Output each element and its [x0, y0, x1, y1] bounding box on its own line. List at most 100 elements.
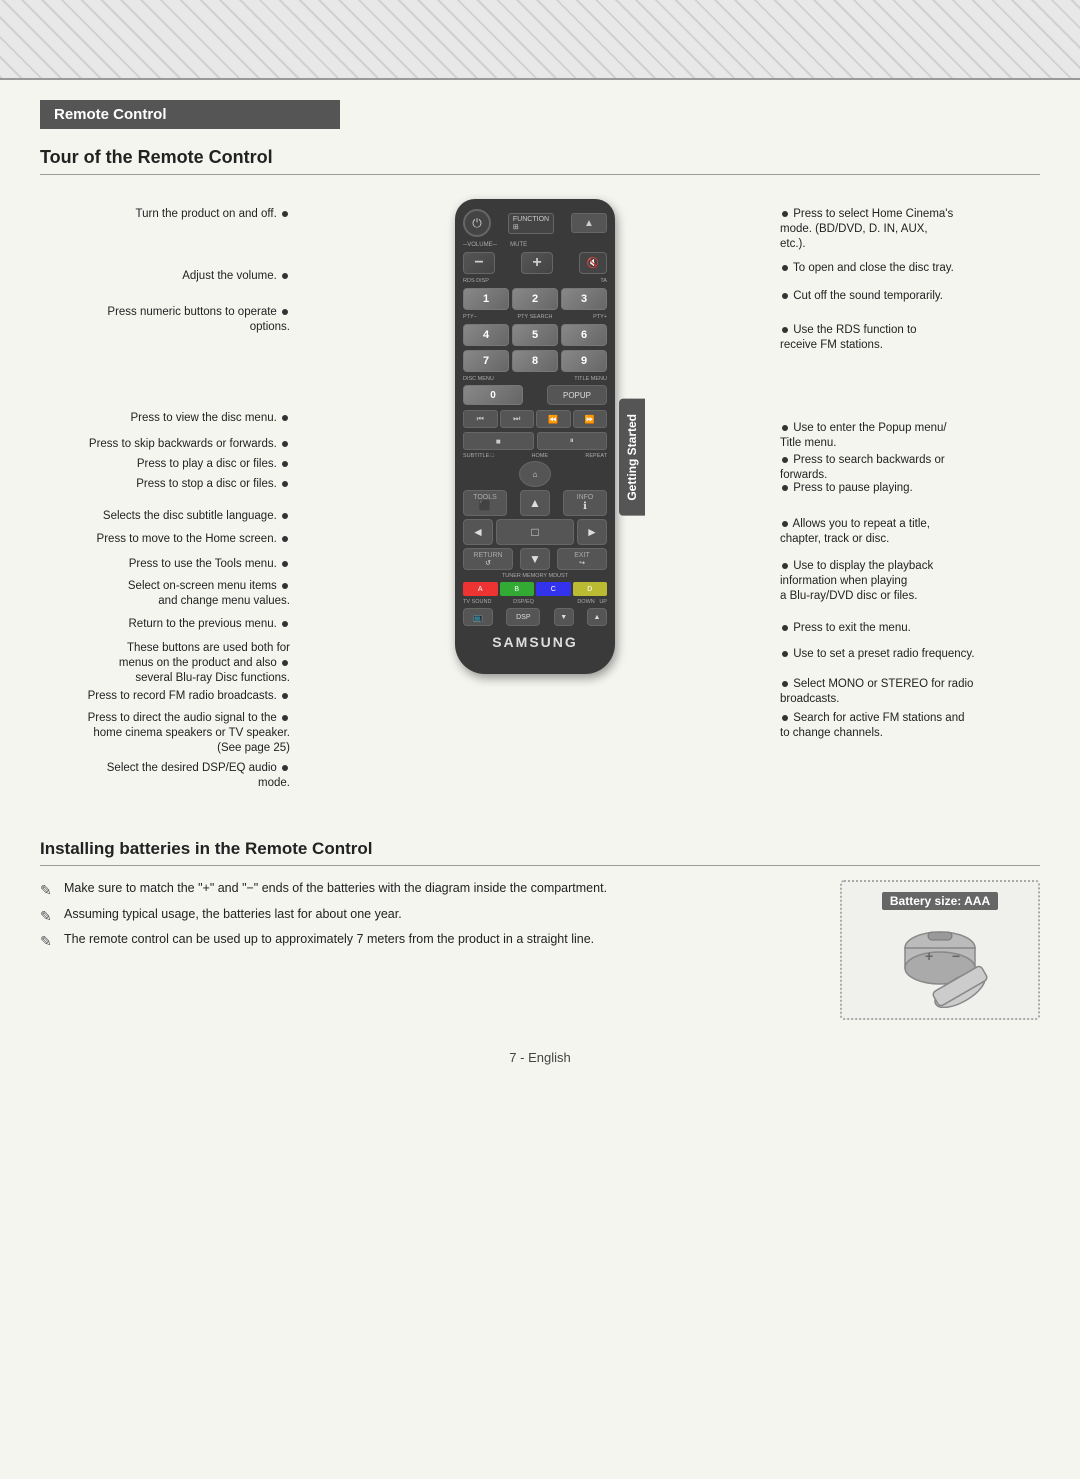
info-button[interactable]: INFO ℹ [563, 490, 607, 516]
down-button[interactable]: ▼ [554, 608, 574, 626]
num-9-button[interactable]: 9 [561, 350, 607, 372]
ann-repeat: Allows you to repeat a title,chapter, tr… [780, 517, 930, 547]
nav-down-button[interactable]: ▼ [520, 548, 550, 570]
return-button[interactable]: RETURN↺ [463, 548, 513, 570]
return-exit-row: RETURN↺ ▼ EXIT↪ [463, 548, 607, 570]
ann-stop: Press to stop a disc or files. [136, 477, 290, 492]
volume-plus-button[interactable]: + [521, 252, 553, 274]
ann-rds: Use the RDS function toreceive FM statio… [780, 323, 917, 353]
popup-button[interactable]: POPUP [547, 385, 607, 405]
zero-popup-row: 0 POPUP [463, 385, 607, 405]
tv-dsp-labels: TV SOUNDDSP/EQDOWN UP [463, 599, 607, 605]
battery-item-3: ✎ The remote control can be used up to a… [40, 931, 810, 949]
numpad-456: 4 5 6 [463, 324, 607, 346]
fwd-button[interactable]: ⏩ [573, 410, 608, 428]
numpad: 1 2 3 [463, 288, 607, 310]
num-6-button[interactable]: 6 [561, 324, 607, 346]
ann-disc-tray: To open and close the disc tray. [780, 261, 954, 276]
battery-item-2: ✎ Assuming typical usage, the batteries … [40, 906, 810, 924]
batteries-section: Installing batteries in the Remote Contr… [40, 839, 1040, 1020]
num-5-button[interactable]: 5 [512, 324, 558, 346]
num-2-button[interactable]: 2 [512, 288, 558, 310]
note-icon-3: ✎ [40, 932, 58, 946]
home-row: ⌂ [463, 461, 607, 487]
svg-text:−: − [952, 948, 960, 964]
page-footer: 7 - English [40, 1050, 1040, 1065]
home-button[interactable]: ⌂ [519, 461, 551, 487]
power-button[interactable]: ⏻ [463, 209, 491, 237]
exit-button[interactable]: EXIT↪ [557, 548, 607, 570]
ann-sound: Cut off the sound temporarily. [780, 289, 943, 304]
ann-play: Press to play a disc or files. [137, 457, 290, 472]
tour-area: Turn the product on and off. Adjust the … [40, 189, 1040, 809]
ann-skip: Press to skip backwards or forwards. [89, 437, 290, 452]
ann-display: Use to display the playbackinformation w… [780, 559, 933, 604]
num-1-button[interactable]: 1 [463, 288, 509, 310]
tour-title: Tour of the Remote Control [40, 147, 1040, 175]
num-4-button[interactable]: 4 [463, 324, 509, 346]
rew-button[interactable]: ⏪ [536, 410, 571, 428]
ann-pause: Press to pause playing. [780, 481, 913, 496]
playback-row: ■ ⏸ [463, 432, 607, 450]
num-7-button[interactable]: 7 [463, 350, 509, 372]
ann-search: Press to search backwards orforwards. [780, 453, 945, 483]
tv-sound-button[interactable]: 📺 [463, 608, 493, 626]
up-button[interactable]: ▲ [587, 608, 607, 626]
pty-labels: PTY−PTY SEARCHPTY+ [463, 314, 607, 320]
ann-subtitle: Selects the disc subtitle language. [103, 509, 290, 524]
color-a-button[interactable]: A [463, 582, 498, 596]
pause-button[interactable]: ⏸ [537, 432, 608, 450]
volume-row: − + 🔇 [463, 252, 607, 274]
num-8-button[interactable]: 8 [512, 350, 558, 372]
ann-power: Turn the product on and off. [136, 207, 291, 222]
svg-text:+: + [925, 948, 933, 964]
ann-disc-menu: Press to view the disc menu. [130, 411, 290, 426]
note-icon-1: ✎ [40, 881, 58, 895]
remote-control: ⏻ FUNCTION⊞ ▲ ─VOLUME─ MUTE − + 🔇 [455, 199, 615, 674]
top-pattern [0, 0, 1080, 80]
prev-button[interactable]: ⏮ [463, 410, 498, 428]
color-c-button[interactable]: C [536, 582, 571, 596]
note-icon-2: ✎ [40, 907, 58, 921]
batteries-list: ✎ Make sure to match the "+" and "−" end… [40, 880, 810, 957]
tools-info-row: TOOLS ⬛ ▲ INFO ℹ [463, 490, 607, 516]
tools-button[interactable]: TOOLS ⬛ [463, 490, 507, 516]
ann-dsp: Select the desired DSP/EQ audio mode. [107, 761, 290, 791]
color-d-button[interactable]: D [573, 582, 608, 596]
volume-minus-button[interactable]: − [463, 252, 495, 274]
ann-numeric: Press numeric buttons to operate options… [107, 305, 290, 335]
ann-mono-stereo: Select MONO or STEREO for radiobroadcast… [780, 677, 973, 707]
ann-audio: Press to direct the audio signal to the … [88, 711, 290, 756]
disc-title-labels: DISC MENUTITLE MENU [463, 376, 607, 382]
num-3-button[interactable]: 3 [561, 288, 607, 310]
function-button[interactable]: FUNCTION⊞ [508, 213, 554, 234]
left-annotations: Turn the product on and off. Adjust the … [40, 189, 300, 809]
mute-button[interactable]: 🔇 [579, 252, 607, 274]
stop-button[interactable]: ■ [463, 432, 534, 450]
color-buttons-row: A B C D [463, 582, 607, 596]
batteries-title: Installing batteries in the Remote Contr… [40, 839, 1040, 866]
ann-tools: Press to use the Tools menu. [129, 557, 290, 572]
rds-labels: RDS DISPTA [463, 278, 607, 284]
ann-nav: Select on-screen menu items and change m… [128, 579, 290, 609]
ann-preset: Use to set a preset radio frequency. [780, 647, 975, 662]
next-button[interactable]: ⏭ [500, 410, 535, 428]
ann-popup: Use to enter the Popup menu/Title menu. [780, 421, 947, 451]
num-0-button[interactable]: 0 [463, 385, 523, 405]
eject-button[interactable]: ▲ [571, 213, 607, 233]
nav-mid-row: ◄ □ ► [463, 519, 607, 545]
nav-right-button[interactable]: ► [577, 519, 607, 545]
right-annotations: Press to select Home Cinema'smode. (BD/D… [770, 189, 1040, 809]
volume-label: ─VOLUME─ MUTE [463, 242, 607, 248]
dsp-eq-button[interactable]: DSP [506, 608, 540, 626]
ann-volume: Adjust the volume. [182, 269, 290, 284]
nav-up-button[interactable]: ▲ [520, 490, 550, 516]
nav-left-button[interactable]: ◄ [463, 519, 493, 545]
color-b-button[interactable]: B [500, 582, 535, 596]
nav-center-button[interactable]: □ [496, 519, 574, 545]
tv-dsp-row: 📺 DSP ▼ ▲ [463, 608, 607, 626]
ann-record: Press to record FM radio broadcasts. [88, 689, 290, 704]
subtitle-home-repeat-labels: SUBTITLE □HOMEREPEAT [463, 453, 607, 459]
tuner-labels: TUNER MEMORY MDUST [463, 573, 607, 579]
ann-fm-search: Search for active FM stations andto chan… [780, 711, 965, 741]
